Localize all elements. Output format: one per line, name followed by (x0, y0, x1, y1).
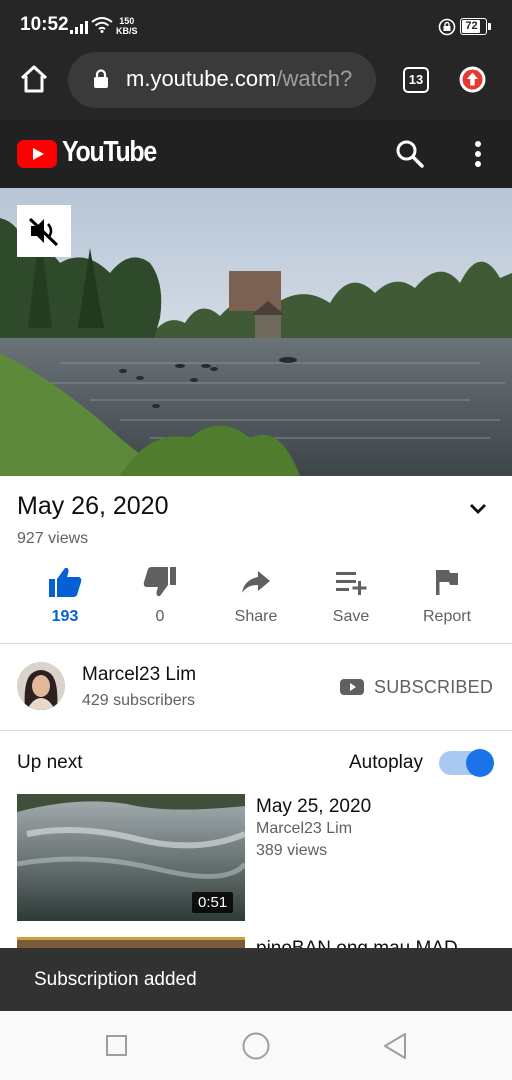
url-domain: m.youtube.com (126, 66, 277, 91)
signal-icon (70, 21, 88, 34)
lock-icon[interactable] (93, 69, 109, 89)
channel-avatar-image (17, 662, 65, 710)
thumbs-down-icon (143, 567, 176, 597)
up-next-heading: Up next (17, 752, 83, 773)
divider (0, 643, 512, 644)
save-label: Save (332, 608, 370, 625)
video-duration: 0:51 (192, 892, 234, 913)
subscribed-label: SUBSCRIBED (374, 676, 494, 697)
unmute-button[interactable] (17, 205, 71, 257)
next-video-title[interactable]: May 25, 2020 (256, 796, 371, 818)
home-nav-icon[interactable] (241, 1031, 271, 1061)
channel-name[interactable]: Marcel23 Lim (82, 664, 196, 686)
thumbs-up-icon (49, 567, 82, 597)
dislike-button[interactable]: 0 (115, 560, 205, 626)
status-bar: 10:52 150 KB/S 72 (0, 0, 512, 52)
snackbar-text: Subscription added (34, 969, 197, 990)
update-icon[interactable] (459, 66, 486, 93)
report-label: Report (422, 608, 472, 625)
share-button[interactable]: Share (211, 560, 301, 626)
lock-rotation-icon (438, 18, 456, 36)
youtube-subscribed-icon (340, 679, 364, 695)
next-video-channel: Marcel23 Lim (256, 820, 353, 837)
autoplay-label: Autoplay (349, 752, 423, 773)
video-title: May 26, 2020 (17, 492, 169, 520)
back-icon[interactable] (382, 1032, 408, 1060)
status-time: 10:52 (20, 14, 69, 35)
like-button[interactable]: 193 (20, 560, 110, 626)
like-count: 193 (51, 608, 79, 625)
tab-switcher-button[interactable]: 13 (403, 67, 429, 93)
volume-off-icon (28, 217, 59, 247)
dislike-count: 0 (155, 608, 165, 625)
avatar[interactable] (17, 662, 65, 710)
video-frame (0, 188, 512, 476)
divider (0, 730, 512, 731)
save-button[interactable]: Save (306, 560, 396, 626)
next-video-views: 389 views (256, 842, 328, 859)
video-views: 927 views (17, 530, 89, 547)
more-options-icon[interactable] (472, 140, 484, 168)
autoplay-toggle[interactable] (438, 748, 495, 778)
chevron-down-icon[interactable] (468, 501, 488, 517)
url-text[interactable]: m.youtube.com/watch? (126, 66, 364, 92)
flag-icon (436, 570, 458, 595)
youtube-wordmark[interactable]: YouTube (62, 136, 157, 169)
playlist-add-icon (336, 572, 367, 595)
youtube-logo-icon[interactable] (17, 140, 57, 168)
network-speed: 150 KB/S (116, 16, 138, 36)
share-label: Share (234, 608, 278, 625)
share-icon (242, 571, 270, 593)
channel-subscribers: 429 subscribers (82, 692, 195, 709)
recent-apps-icon[interactable] (105, 1034, 129, 1058)
video-player[interactable] (0, 188, 512, 476)
home-icon[interactable] (18, 63, 50, 95)
url-path: /watch? (276, 66, 353, 91)
battery-icon: 72 (460, 18, 491, 35)
battery-level: 72 (465, 20, 478, 32)
search-icon[interactable] (395, 139, 425, 169)
subscribed-button[interactable]: SUBSCRIBED (340, 675, 493, 699)
wifi-icon (91, 17, 113, 33)
report-button[interactable]: Report (402, 560, 492, 626)
